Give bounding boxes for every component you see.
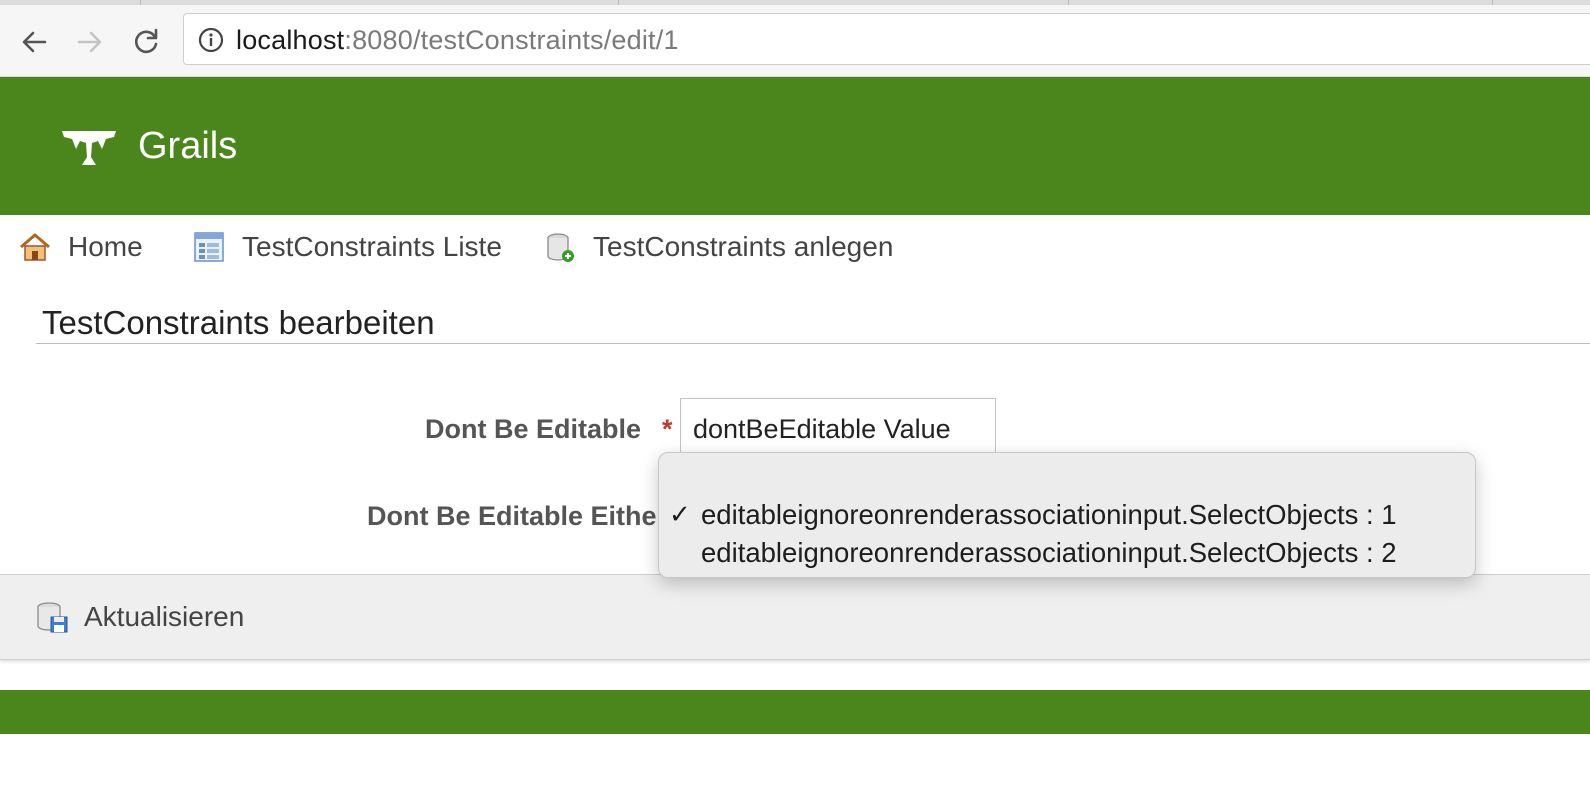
- url-path: :8080/testConstraints/edit/1: [344, 25, 679, 55]
- home-icon: [20, 233, 50, 261]
- checkmark-icon: ✓: [669, 499, 691, 529]
- save-icon: [37, 602, 68, 633]
- forward-button[interactable]: [70, 22, 110, 62]
- app-footer: [0, 690, 1590, 734]
- page-title: TestConstraints bearbeiten: [42, 304, 435, 341]
- title-divider: [36, 343, 1590, 344]
- nav-create-link[interactable]: TestConstraints anlegen: [543, 230, 893, 264]
- dont-be-editable-label: Dont Be Editable: [425, 414, 642, 444]
- address-bar[interactable]: localhost:8080/testConstraints/edit/1: [183, 13, 1590, 65]
- nav-list-link[interactable]: TestConstraints Liste: [192, 230, 502, 264]
- dont-be-editable-input[interactable]: dontBeEditable Value: [680, 398, 996, 460]
- browser-toolbar: localhost:8080/testConstraints/edit/1: [0, 5, 1590, 77]
- select-option-1[interactable]: editableignoreonrenderassociationinput.S…: [701, 499, 1397, 531]
- update-button-label: Aktualisieren: [84, 601, 245, 632]
- list-icon: [194, 232, 224, 262]
- grails-logo-icon[interactable]: [60, 127, 118, 169]
- info-icon[interactable]: [198, 27, 224, 53]
- nav-create-label: TestConstraints anlegen: [593, 231, 894, 262]
- required-marker: *: [662, 414, 673, 444]
- app-header: Grails: [0, 77, 1590, 215]
- dont-be-editable-either-label: Dont Be Editable Eithe: [367, 501, 657, 531]
- forward-arrow-icon: [77, 31, 102, 53]
- back-arrow-icon: [22, 31, 47, 53]
- update-button[interactable]: Aktualisieren: [34, 599, 244, 635]
- nav-bar: Home TestConstraints Liste TestConstrain…: [0, 222, 1590, 278]
- select-dropdown-menu[interactable]: ✓ editableignoreonrenderassociationinput…: [658, 452, 1476, 578]
- brand-name[interactable]: Grails: [138, 125, 237, 168]
- nav-list-label: TestConstraints Liste: [242, 231, 502, 262]
- create-icon: [547, 233, 574, 262]
- url-text[interactable]: localhost:8080/testConstraints/edit/1: [236, 25, 679, 56]
- select-option-2[interactable]: editableignoreonrenderassociationinput.S…: [701, 537, 1397, 569]
- url-host: localhost: [236, 25, 345, 55]
- reload-button[interactable]: [126, 22, 166, 62]
- form-buttons-bar: Aktualisieren: [0, 574, 1590, 660]
- nav-home-label: Home: [68, 231, 143, 262]
- nav-home-link[interactable]: Home: [18, 230, 143, 264]
- back-button[interactable]: [14, 22, 54, 62]
- reload-icon: [135, 28, 158, 54]
